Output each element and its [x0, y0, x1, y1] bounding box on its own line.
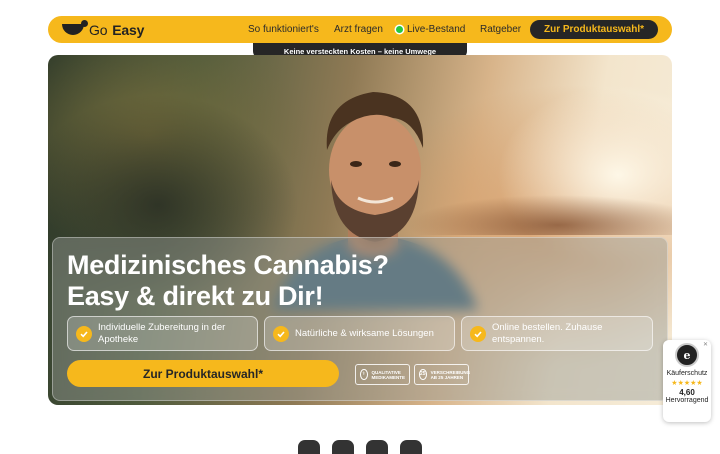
logo-text-suffix: Easy [112, 21, 145, 38]
buyer-protection-label: Käuferschutz [666, 370, 708, 377]
close-icon[interactable]: ✕ [703, 341, 708, 348]
trusted-shops-seal-icon: e [675, 343, 699, 367]
partial-glyph [298, 440, 320, 454]
trusted-shops-widget[interactable]: ✕ e Käuferschutz ★★★★★ 4,60 Hervorragend [663, 340, 711, 422]
nav-link-guide[interactable]: Ratgeber [480, 24, 521, 35]
nav-link-how-it-works[interactable]: So funktioniert's [248, 24, 319, 35]
nav-link-ask-doctor[interactable]: Arzt fragen [334, 24, 383, 35]
quality-medication-badge: ⚕ QUALITATIVE MEDIKAMENTE [355, 364, 410, 385]
hero-section: Medizinisches Cannabis? Easy & direkt zu… [48, 55, 672, 405]
nav-link-live-stock[interactable]: Live-Bestand [396, 24, 465, 35]
logo-mark-icon [62, 20, 88, 35]
nav-product-selection-button[interactable]: Zur Produktauswahl* [530, 20, 658, 39]
next-section-heading-partial [200, 440, 520, 454]
age-25-icon: 25 [419, 369, 427, 380]
live-status-dot-icon [396, 26, 403, 33]
hero-headline: Medizinisches Cannabis? Easy & direkt zu… [67, 250, 389, 312]
hero-product-selection-button[interactable]: Zur Produktauswahl* [67, 360, 339, 387]
feature-card-natural: Natürliche & wirksame Lösungen [264, 316, 455, 351]
top-navigation: Go Easy So funktioniert's Arzt fragen Liv… [48, 16, 672, 43]
partial-glyph [332, 440, 354, 454]
feature-text: Online bestellen. Zuhause entspannen. [492, 321, 603, 345]
checkmark-icon [76, 326, 92, 342]
badge-text: VERSCHREIBUNG AB 25 JAHREN [430, 369, 471, 380]
logo[interactable]: Go Easy [62, 20, 145, 38]
feature-card-preparation: Individuelle Zubereitung in der Apotheke [67, 316, 258, 351]
hero-headline-line2: Easy & direkt zu Dir! [67, 281, 324, 311]
checkmark-icon [470, 326, 486, 342]
partial-glyph [366, 440, 388, 454]
feature-text: Individuelle Zubereitung in der Apotheke [98, 321, 226, 345]
medical-caduceus-icon: ⚕ [360, 369, 368, 380]
nav-link-live-stock-label: Live-Bestand [407, 24, 466, 35]
logo-text-prefix: Go [89, 21, 108, 38]
age-25-badge: 25 VERSCHREIBUNG AB 25 JAHREN [414, 364, 471, 385]
hero-glass-card: Medizinisches Cannabis? Easy & direkt zu… [52, 237, 668, 401]
feature-card-online: Online bestellen. Zuhause entspannen. [461, 316, 653, 351]
checkmark-icon [273, 326, 289, 342]
partial-glyph [400, 440, 422, 454]
badge-text: QUALITATIVE MEDIKAMENTE [371, 369, 406, 380]
hero-headline-line1: Medizinisches Cannabis? [67, 250, 389, 280]
rating-value: 4,60 [679, 388, 695, 397]
feature-text: Natürliche & wirksame Lösungen [295, 327, 434, 339]
rating-text: Hervorragend [665, 397, 709, 404]
rating-stars-icon: ★★★★★ [671, 380, 703, 387]
